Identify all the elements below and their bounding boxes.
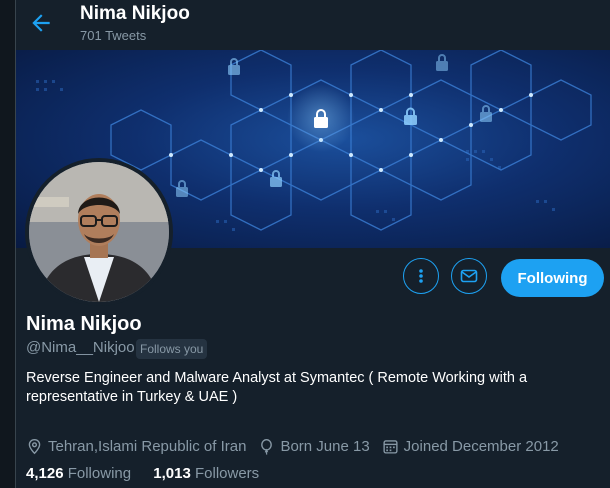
profile-avatar[interactable] bbox=[25, 158, 173, 306]
balloon-icon bbox=[261, 438, 273, 455]
envelope-icon bbox=[460, 269, 478, 283]
location-item: Tehran,Islami Republic of Iran bbox=[26, 438, 246, 455]
calendar-icon bbox=[383, 439, 398, 454]
profile-bio: Reverse Engineer and Malware Analyst at … bbox=[26, 370, 528, 405]
followers-link[interactable]: 1,013 Followers bbox=[153, 465, 259, 482]
back-button[interactable] bbox=[28, 10, 54, 36]
followers-label: Followers bbox=[194, 465, 260, 482]
following-link[interactable]: 4,126 Following bbox=[26, 465, 135, 482]
display-name: Nima Nikjoo bbox=[26, 313, 142, 335]
message-button[interactable] bbox=[451, 258, 487, 294]
birthday-text: Born June 13 bbox=[280, 437, 370, 455]
header-title: Nima Nikjoo bbox=[80, 3, 190, 24]
followers-count: 1,013 bbox=[153, 465, 191, 482]
profile-header: Nima Nikjoo 701 Tweets bbox=[16, 0, 610, 50]
following-count: 4,126 bbox=[26, 465, 64, 482]
user-handle: @Nima__Nikjoo bbox=[26, 339, 135, 356]
profile-column: Nima Nikjoo 701 Tweets Following Nima Ni… bbox=[15, 0, 610, 488]
joined-item: Joined December 2012 bbox=[382, 438, 559, 455]
arrow-left-icon bbox=[32, 14, 50, 32]
location-pin-icon bbox=[28, 438, 41, 454]
follow-counts: 4,126 Following 1,013 Followers bbox=[26, 465, 277, 482]
follows-you-badge: Follows you bbox=[136, 339, 208, 359]
location-text: Tehran,Islami Republic of Iran bbox=[48, 437, 247, 455]
left-gutter bbox=[0, 0, 15, 488]
tweet-count: 701 Tweets bbox=[80, 28, 147, 43]
more-vertical-icon bbox=[419, 269, 423, 283]
more-options-button[interactable] bbox=[403, 258, 439, 294]
avatar-image bbox=[29, 162, 169, 302]
birthday-item: Born June 13 bbox=[258, 437, 370, 455]
following-label: Following bbox=[67, 465, 132, 482]
following-button[interactable]: Following bbox=[501, 259, 604, 297]
joined-text: Joined December 2012 bbox=[403, 437, 559, 455]
profile-meta: Tehran,Islami Republic of Iran Born June… bbox=[26, 436, 571, 456]
